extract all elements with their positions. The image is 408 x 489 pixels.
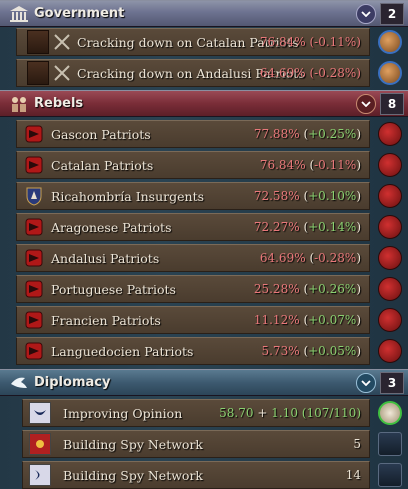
rebel-flag-icon[interactable] <box>378 122 402 146</box>
rebel-progress-value: 72.27% (+0.14%) <box>253 220 361 234</box>
spy-icon[interactable] <box>378 432 402 456</box>
rebel-flag-icon <box>23 278 45 300</box>
government-header[interactable]: Government 2 <box>0 0 408 27</box>
rebel-progress-value: 25.28% (+0.26%) <box>253 282 361 296</box>
rebel-progress-value: 5.73% (+0.05%) <box>261 344 361 358</box>
rebel-flag-icon[interactable] <box>378 246 402 270</box>
row-label: Ricahombría Insurgents <box>51 188 205 204</box>
rebel-change: +0.07% <box>308 313 357 327</box>
opinion-value: 58.70 + 1.10 (107/110) <box>219 406 361 420</box>
rebel-flag-icon <box>23 247 45 269</box>
government-title: Government <box>34 6 125 21</box>
row-label: Building Spy Network <box>63 436 203 452</box>
government-count: 2 <box>380 3 404 25</box>
diplomacy-header[interactable]: Diplomacy 3 <box>0 369 408 396</box>
row-label: Catalan Patriots <box>51 157 154 173</box>
advisor-portrait <box>27 30 49 54</box>
rebel-row[interactable]: Aragonese Patriots 72.27% (+0.14%) <box>16 213 370 241</box>
row-value: 64.69% (-0.28%) <box>259 66 361 80</box>
collapse-chevron-icon[interactable] <box>356 4 376 24</box>
row-label: Andalusi Patriots <box>51 250 160 266</box>
rebel-change: +0.14% <box>308 220 357 234</box>
row-label: Francien Patriots <box>51 312 161 328</box>
rebels-header[interactable]: Rebels 8 <box>0 90 408 117</box>
diplomacy-title: Diplomacy <box>34 375 111 390</box>
row-label: Gascon Patriots <box>51 126 151 142</box>
rebel-flag-icon[interactable] <box>378 277 402 301</box>
rebels-group-icon <box>8 94 30 114</box>
rebels-count: 8 <box>380 93 404 115</box>
row-label: Aragonese Patriots <box>51 219 172 235</box>
collapse-chevron-icon[interactable] <box>356 373 376 393</box>
rebel-change: +0.05% <box>308 344 357 358</box>
row-label: Portuguese Patriots <box>51 281 176 297</box>
diplomacy-count: 3 <box>380 372 404 394</box>
rebel-row[interactable]: Portuguese Patriots 25.28% (+0.26%) <box>16 275 370 303</box>
diplomacy-row[interactable]: Improving Opinion 58.70 + 1.10 (107/110) <box>22 399 370 427</box>
building-icon <box>8 4 30 24</box>
crescent-flag-icon <box>29 402 51 424</box>
fist-icon[interactable] <box>378 61 402 85</box>
row-value: 14 <box>345 468 361 482</box>
rebel-flag-icon[interactable] <box>378 215 402 239</box>
rebel-row[interactable]: Andalusi Patriots 64.69% (-0.28%) <box>16 244 370 272</box>
rebel-change: +0.10% <box>308 189 357 203</box>
rebel-flag-icon <box>23 340 45 362</box>
government-row[interactable]: Cracking down on Andalusi Patriots 64.69… <box>16 59 370 87</box>
row-label: Languedocien Patriots <box>51 343 194 359</box>
diplomacy-row[interactable]: Building Spy Network 5 <box>22 430 370 458</box>
diplomacy-row[interactable]: Building Spy Network 14 <box>22 461 370 489</box>
rebel-change: +0.26% <box>308 282 357 296</box>
collapse-chevron-icon[interactable] <box>356 94 376 114</box>
rebels-title: Rebels <box>34 96 84 111</box>
crescent-flag-icon <box>29 464 51 486</box>
crossed-swords-icon <box>54 65 70 81</box>
rebel-progress-value: 77.88% (+0.25%) <box>253 127 361 141</box>
rebel-progress-value: 11.12% (+0.07%) <box>253 313 361 327</box>
noble-crest-icon[interactable] <box>378 184 402 208</box>
rebel-flag-icon <box>23 123 45 145</box>
rebel-flag-icon <box>23 216 45 238</box>
spy-icon[interactable] <box>378 463 402 487</box>
rebel-row[interactable]: Languedocien Patriots 5.73% (+0.05%) <box>16 337 370 365</box>
government-row[interactable]: Cracking down on Catalan Patriots 76.84%… <box>16 28 370 56</box>
rebel-flag-icon[interactable] <box>378 153 402 177</box>
rebel-progress-value: 72.58% (+0.10%) <box>253 189 361 203</box>
row-value: 5 <box>353 437 361 451</box>
rebel-row[interactable]: Francien Patriots 11.12% (+0.07%) <box>16 306 370 334</box>
rebel-flag-icon[interactable] <box>378 308 402 332</box>
rebel-flag-icon <box>23 309 45 331</box>
rebel-row[interactable]: Ricahombría Insurgents 72.58% (+0.10%) <box>16 182 370 210</box>
row-value: 76.84% (-0.11%) <box>259 35 361 49</box>
sun-flag-icon <box>29 433 51 455</box>
rebel-row[interactable]: Gascon Patriots 77.88% (+0.25%) <box>16 120 370 148</box>
crossed-swords-icon <box>54 34 70 50</box>
noble-crest-icon <box>23 185 45 207</box>
rebel-flag-icon[interactable] <box>378 339 402 363</box>
row-label: Improving Opinion <box>63 405 183 421</box>
improve-relations-icon[interactable] <box>378 401 402 425</box>
rebel-row[interactable]: Catalan Patriots 76.84% (-0.11%) <box>16 151 370 179</box>
row-label: Building Spy Network <box>63 467 203 483</box>
outliner-panel: Government 2 Cracking down on Catalan Pa… <box>0 0 408 489</box>
rebel-change: +0.25% <box>308 127 357 141</box>
rebel-progress-value: 76.84% (-0.11%) <box>259 158 361 172</box>
rebel-change: -0.11% <box>314 158 357 172</box>
rebel-flag-icon <box>23 154 45 176</box>
dove-icon <box>8 373 30 393</box>
rebel-progress-value: 64.69% (-0.28%) <box>259 251 361 265</box>
rebel-change: -0.28% <box>314 251 357 265</box>
fist-icon[interactable] <box>378 30 402 54</box>
advisor-portrait <box>27 61 49 85</box>
